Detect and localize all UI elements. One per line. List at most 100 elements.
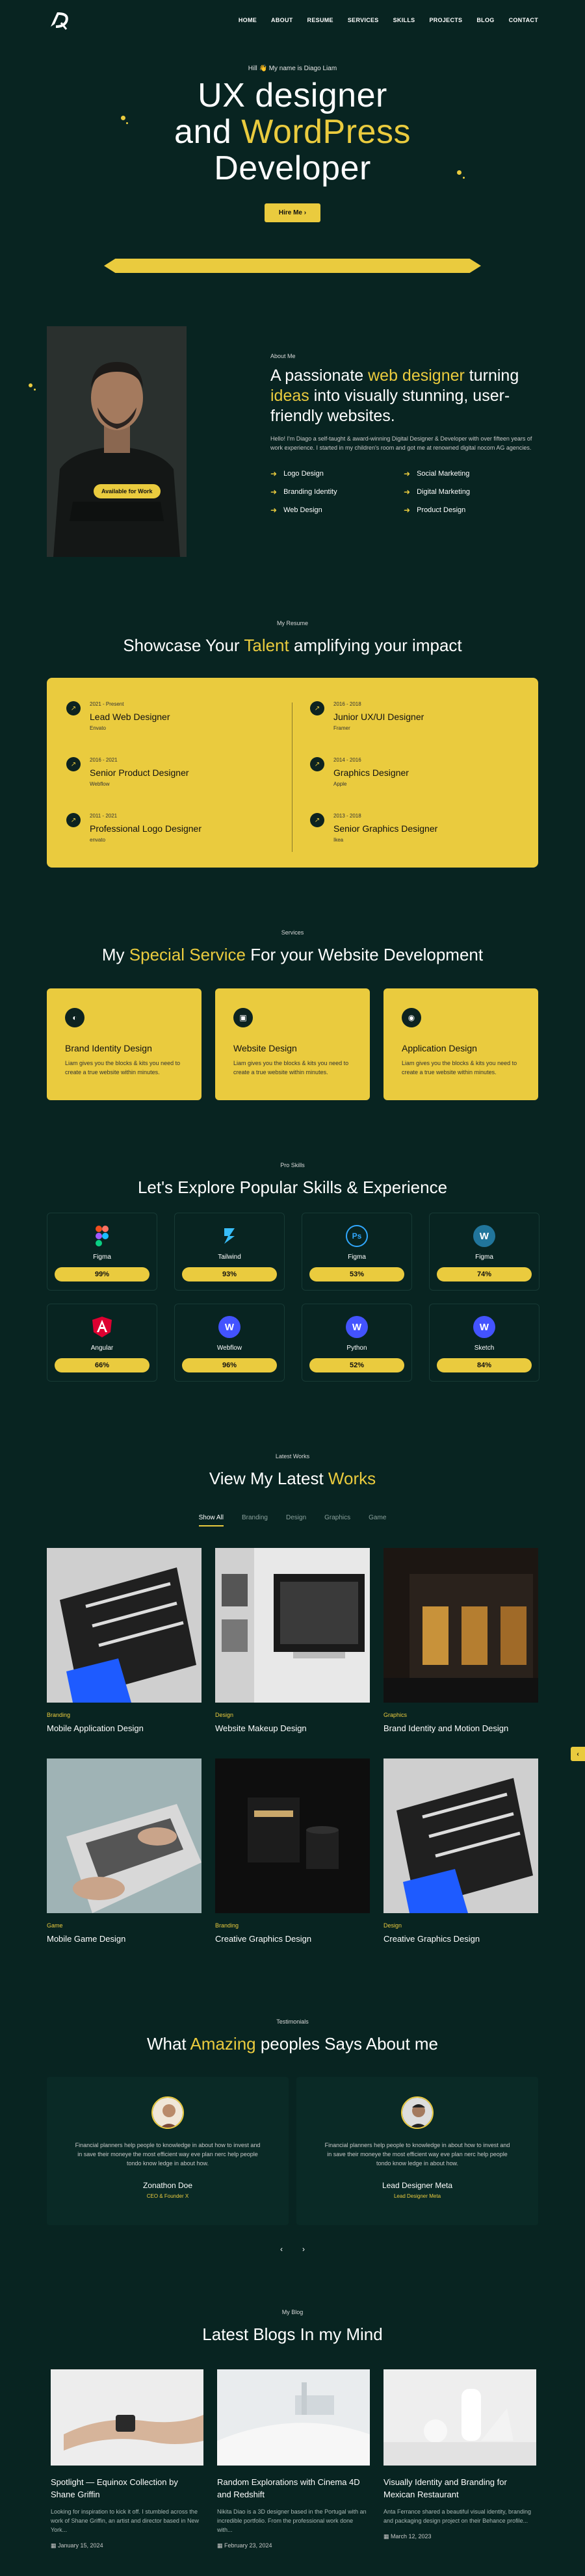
work-category: Design bbox=[384, 1922, 402, 1929]
about-skill-label: Branding Identity bbox=[283, 488, 337, 496]
service-card[interactable]: ◉ Application Design Liam gives you the … bbox=[384, 988, 538, 1100]
service-title: Website Design bbox=[233, 1043, 297, 1053]
skill-percent: 99% bbox=[55, 1267, 150, 1282]
services-label: Services bbox=[281, 929, 304, 936]
blog-date-text: March 12, 2023 bbox=[391, 2533, 432, 2540]
filter-graphics[interactable]: Graphics bbox=[324, 1514, 350, 1526]
testimonial-role: Lead Designer Meta bbox=[393, 2193, 441, 2199]
about-section: About Me A passionate web designer turni… bbox=[270, 353, 542, 515]
service-card[interactable]: ▣ Website Design Liam gives you the bloc… bbox=[215, 988, 370, 1100]
resume-title-part2: amplifying your impact bbox=[293, 636, 462, 655]
filter-design[interactable]: Design bbox=[286, 1514, 306, 1526]
nav-link-home[interactable]: HOME bbox=[239, 17, 257, 23]
work-card[interactable]: Branding Mobile Application Design bbox=[47, 1548, 202, 1733]
blog-card[interactable]: Visually Identity and Branding for Mexic… bbox=[384, 2369, 536, 2540]
about-skill-item: ➜ Social Marketing bbox=[404, 469, 537, 478]
resume-label: My Resume bbox=[276, 620, 308, 626]
skill-percent: 52% bbox=[309, 1358, 404, 1372]
work-thumbnail bbox=[384, 1758, 538, 1913]
testimonials-title-highlight: Amazing bbox=[190, 2034, 256, 2054]
profile-photo: Available for Work bbox=[47, 326, 187, 557]
nav-link-contact[interactable]: CONTACT bbox=[509, 17, 538, 23]
hero-title-line3: Developer bbox=[214, 149, 371, 187]
work-card[interactable]: Game Mobile Game Design bbox=[47, 1758, 202, 1944]
resume-card: ↗ 2021 - Present Lead Web Designer Envat… bbox=[47, 678, 538, 868]
figma-icon bbox=[91, 1225, 113, 1247]
work-thumbnail bbox=[215, 1548, 370, 1703]
testimonial-card: Financial planners help people to knowle… bbox=[296, 2077, 538, 2225]
work-card[interactable]: Graphics Brand Identity and Motion Desig… bbox=[384, 1548, 538, 1733]
decor-dot bbox=[121, 116, 125, 120]
availability-badge: Available for Work bbox=[94, 484, 161, 498]
avatar bbox=[401, 2096, 434, 2129]
chevron-right-icon[interactable]: › bbox=[302, 2245, 305, 2254]
work-title: Mobile Game Design bbox=[47, 1934, 126, 1944]
service-card[interactable]: ◐ Brand Identity Design Liam gives you t… bbox=[47, 988, 202, 1100]
resume-item: ↗ 2016 - 2021 Senior Product Designer We… bbox=[66, 757, 261, 796]
arrow-right-icon: ➜ bbox=[270, 506, 278, 515]
work-thumbnail bbox=[47, 1548, 202, 1703]
side-panel-toggle[interactable]: ‹ bbox=[571, 1747, 585, 1761]
work-category: Graphics bbox=[384, 1712, 408, 1718]
about-paragraph: Hello! I'm Diago a self-taught & award-w… bbox=[270, 435, 532, 451]
work-card[interactable]: Design Website Makeup Design bbox=[215, 1548, 370, 1733]
blog-date-text: February 23, 2024 bbox=[224, 2542, 272, 2549]
about-skill-item: ➜ Digital Marketing bbox=[404, 487, 537, 496]
skill-card: Angular 66% bbox=[47, 1304, 157, 1382]
services-title-part2: For your Website Development bbox=[250, 945, 484, 964]
arrow-right-icon: ➜ bbox=[404, 506, 411, 515]
blog-card[interactable]: Random Explorations with Cinema 4D and R… bbox=[217, 2369, 370, 2549]
filter-show-all[interactable]: Show All bbox=[198, 1514, 224, 1526]
skill-percent: 66% bbox=[55, 1358, 150, 1372]
about-skill-item: ➜ Product Design bbox=[404, 506, 537, 515]
filter-branding[interactable]: Branding bbox=[242, 1514, 268, 1526]
hero-section: Hill 👋 My name is Diago Liam UX designer… bbox=[0, 65, 585, 222]
testimonials-title-part1: What bbox=[146, 2034, 187, 2054]
nav-link-projects[interactable]: PROJECTS bbox=[429, 17, 462, 23]
testimonial-quote: Financial planners help people to knowle… bbox=[75, 2142, 261, 2167]
resume-date: 2021 - Present bbox=[90, 701, 124, 707]
work-thumbnail bbox=[384, 1548, 538, 1703]
top-navbar: HOME ABOUT RESUME SERVICES SKILLS PROJEC… bbox=[0, 0, 585, 40]
blog-thumbnail bbox=[384, 2369, 536, 2466]
skill-name: Figma bbox=[475, 1254, 493, 1261]
resume-item: ↗ 2016 - 2018 Junior UX/UI Designer Fram… bbox=[310, 701, 505, 740]
hire-me-button[interactable]: Hire Me › bbox=[264, 203, 321, 222]
nav-link-about[interactable]: ABOUT bbox=[271, 17, 293, 23]
work-card[interactable]: Branding Creative Graphics Design bbox=[215, 1758, 370, 1944]
skill-percent: 96% bbox=[182, 1358, 277, 1372]
testimonial-card: Financial planners help people to knowle… bbox=[47, 2077, 289, 2225]
about-label: About Me bbox=[270, 353, 296, 359]
nav-link-services[interactable]: SERVICES bbox=[348, 17, 379, 23]
skill-card: Ps Figma 53% bbox=[302, 1213, 412, 1291]
blog-card[interactable]: Spotlight — Equinox Collection by Shane … bbox=[51, 2369, 203, 2549]
works-title-highlight: Works bbox=[328, 1469, 376, 1488]
webflow-icon: W bbox=[218, 1316, 240, 1338]
decor-dot bbox=[457, 170, 462, 175]
blog-post-title[interactable]: Visually Identity and Branding for Mexic… bbox=[384, 2476, 536, 2501]
resume-org: Framer bbox=[333, 725, 350, 731]
work-title: Website Makeup Design bbox=[215, 1723, 307, 1733]
blog-header: My Blog Latest Blogs In my Mind bbox=[0, 2309, 585, 2345]
nav-link-resume[interactable]: RESUME bbox=[307, 17, 333, 23]
portfolio-page: HOME ABOUT RESUME SERVICES SKILLS PROJEC… bbox=[0, 0, 585, 2576]
work-card[interactable]: Design Creative Graphics Design bbox=[384, 1758, 538, 1944]
app-icon: ◉ bbox=[402, 1008, 421, 1027]
blog-label: My Blog bbox=[281, 2309, 304, 2315]
work-thumbnail bbox=[215, 1758, 370, 1913]
hero-title: UX designer and WordPress Developer bbox=[0, 77, 585, 187]
site-logo[interactable] bbox=[47, 7, 73, 33]
about-heading-part2: turning bbox=[469, 367, 519, 385]
hero-title-highlight: WordPress bbox=[241, 113, 411, 151]
nav-link-blog[interactable]: BLOG bbox=[476, 17, 494, 23]
wordpress-icon: W bbox=[473, 1225, 495, 1247]
skill-name: Figma bbox=[93, 1254, 111, 1261]
arrow-up-right-icon: ↗ bbox=[66, 701, 81, 715]
service-title: Application Design bbox=[402, 1043, 477, 1053]
blog-post-title[interactable]: Random Explorations with Cinema 4D and R… bbox=[217, 2476, 370, 2501]
filter-game[interactable]: Game bbox=[369, 1514, 386, 1526]
nav-link-skills[interactable]: SKILLS bbox=[393, 17, 415, 23]
chevron-left-icon[interactable]: ‹ bbox=[280, 2245, 283, 2254]
skill-percent: 53% bbox=[309, 1267, 404, 1282]
blog-post-title[interactable]: Spotlight — Equinox Collection by Shane … bbox=[51, 2476, 203, 2501]
